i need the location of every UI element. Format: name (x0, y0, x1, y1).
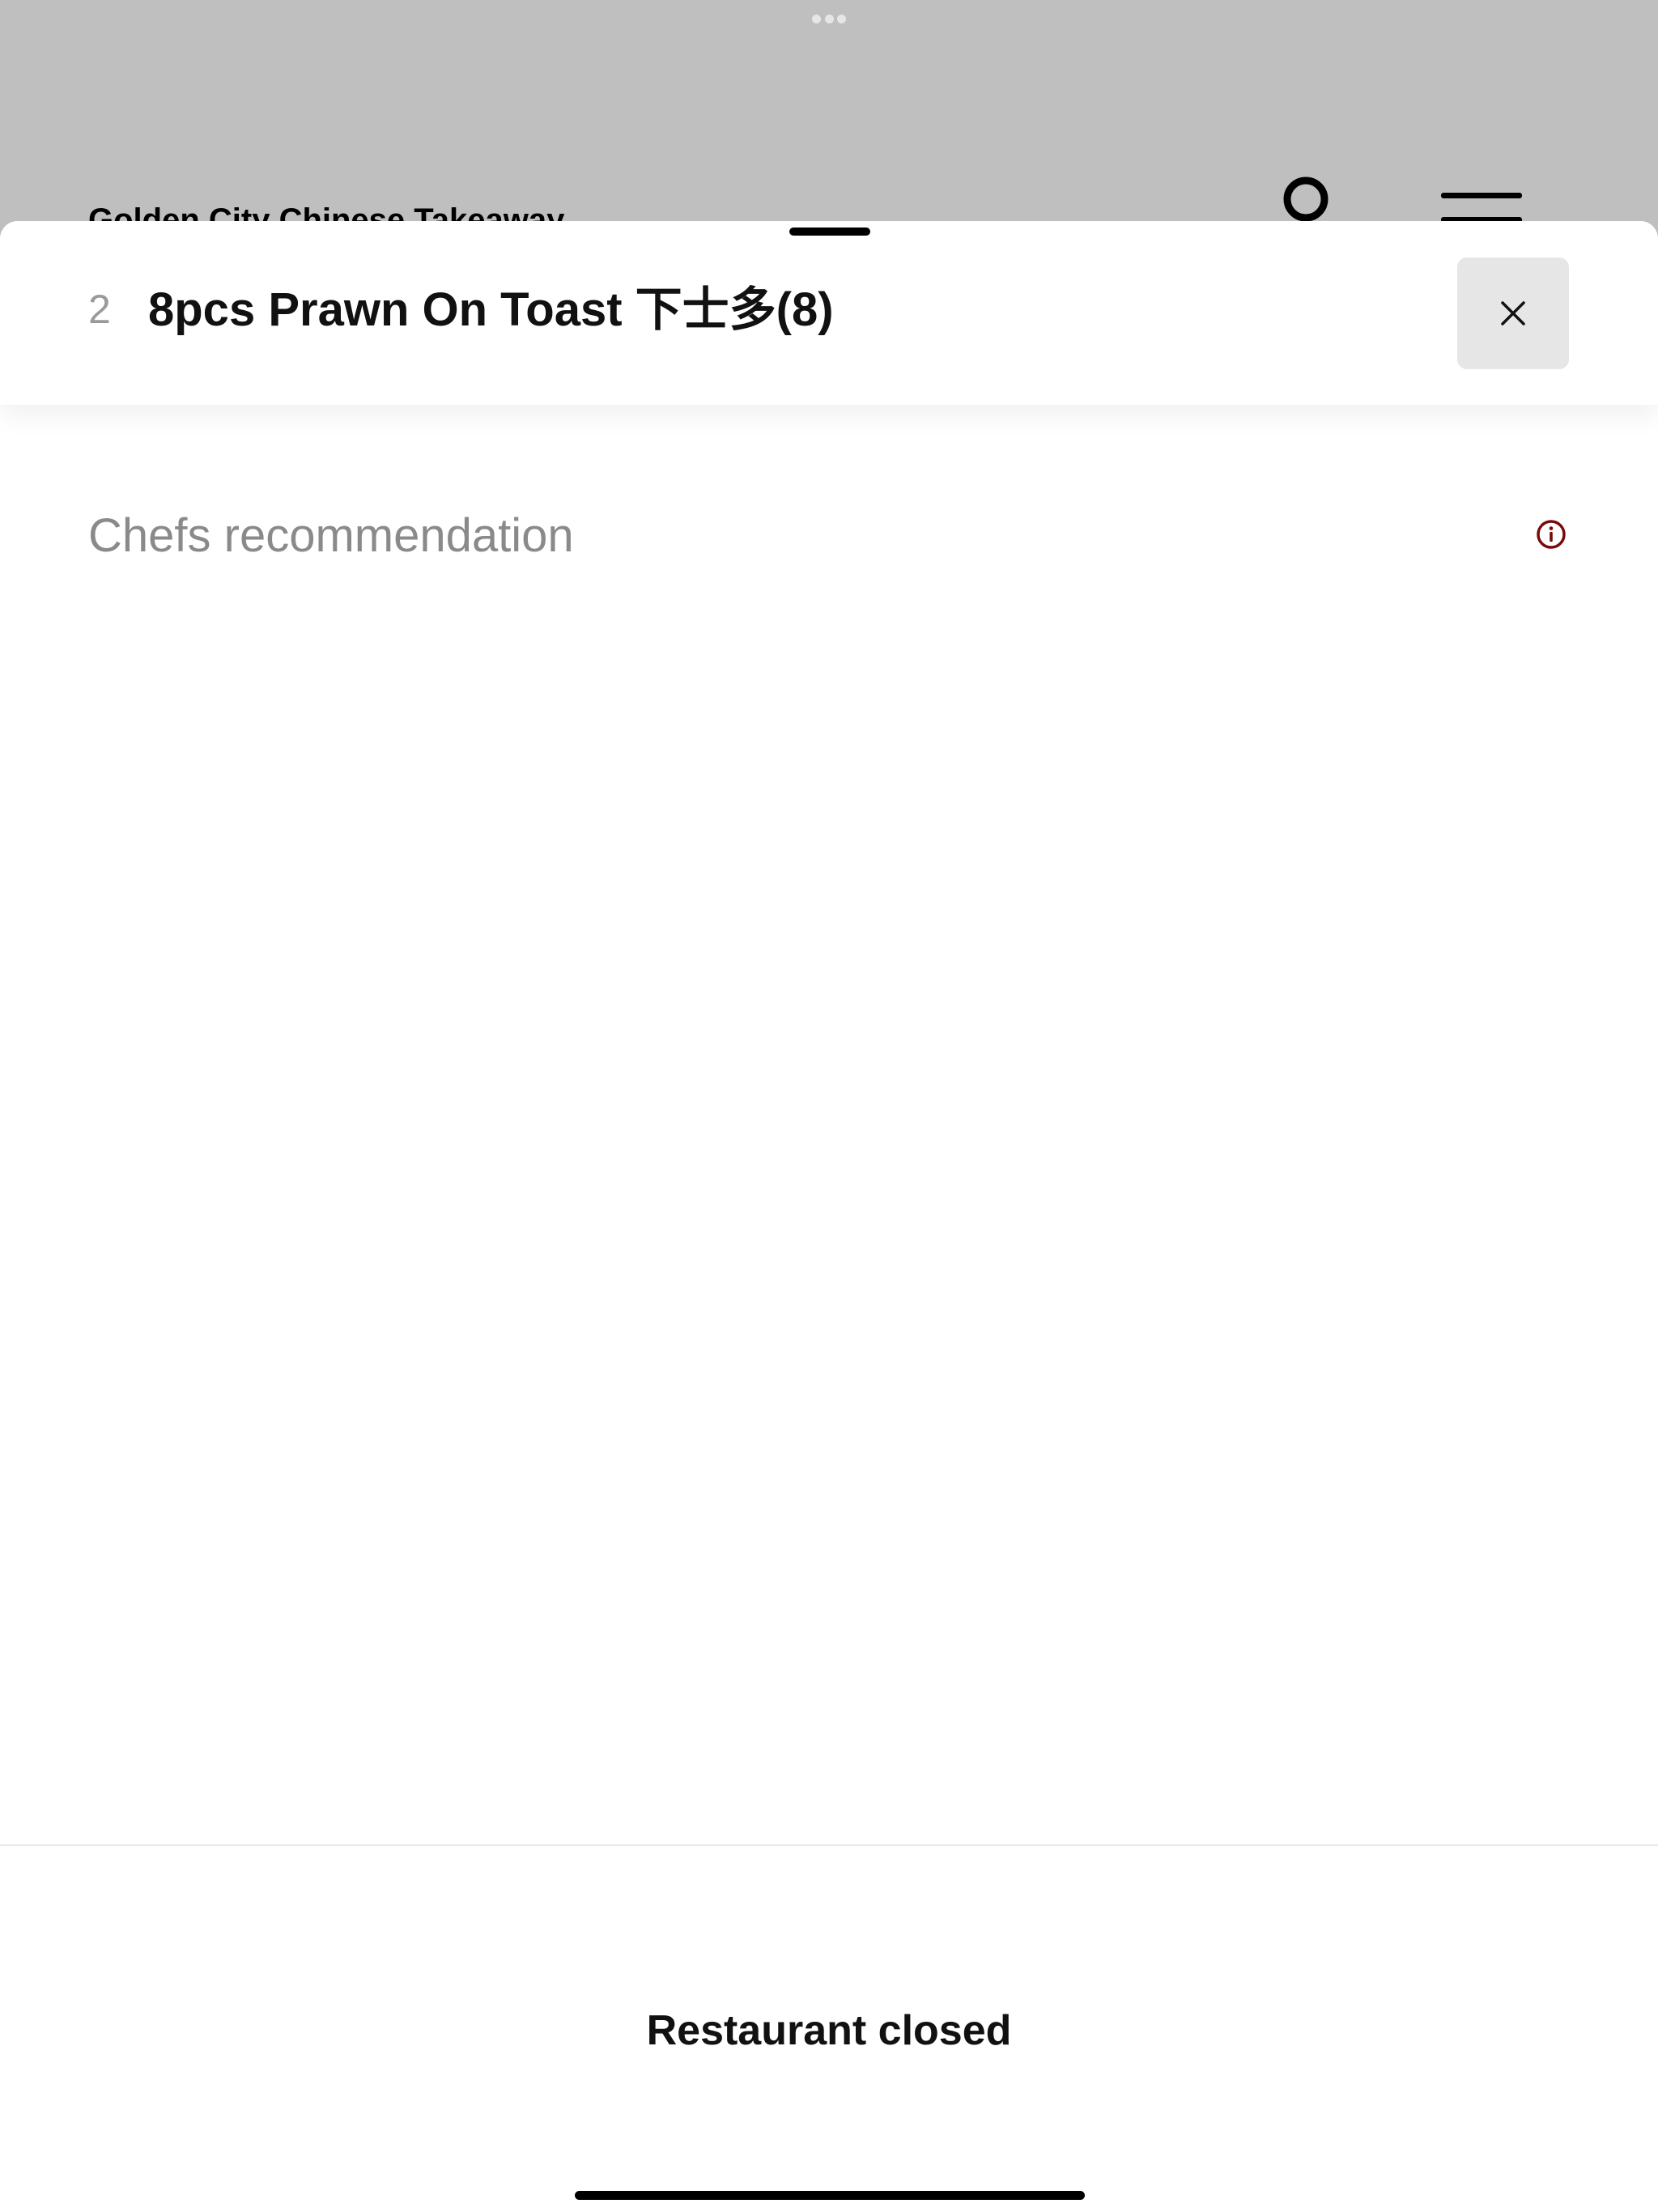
close-icon (1501, 301, 1525, 325)
close-button[interactable] (1457, 257, 1569, 369)
item-number: 2 (88, 287, 111, 332)
multitask-dots-icon[interactable] (812, 14, 846, 23)
sheet-grabber[interactable] (789, 228, 870, 236)
info-icon[interactable] (1535, 518, 1567, 551)
item-title: 8pcs Prawn On Toast 下士多(8) (148, 283, 834, 336)
sheet-header: 2 8pcs Prawn On Toast 下士多(8) (0, 221, 1658, 405)
restaurant-status: Restaurant closed (646, 2007, 1012, 2054)
sheet-footer: Restaurant closed (0, 1844, 1658, 2212)
menu-icon[interactable] (1441, 193, 1522, 225)
screen: Golden City Chinese Takeaway 2 8pcs Praw… (0, 0, 1658, 2212)
account-icon[interactable] (1283, 177, 1329, 222)
background-page-header: Golden City Chinese Takeaway (0, 0, 1658, 238)
item-detail-sheet: 2 8pcs Prawn On Toast 下士多(8) Chefs recom… (0, 221, 1658, 2212)
home-indicator[interactable] (575, 2191, 1085, 2200)
category-label: Chefs recommendation (88, 509, 574, 562)
